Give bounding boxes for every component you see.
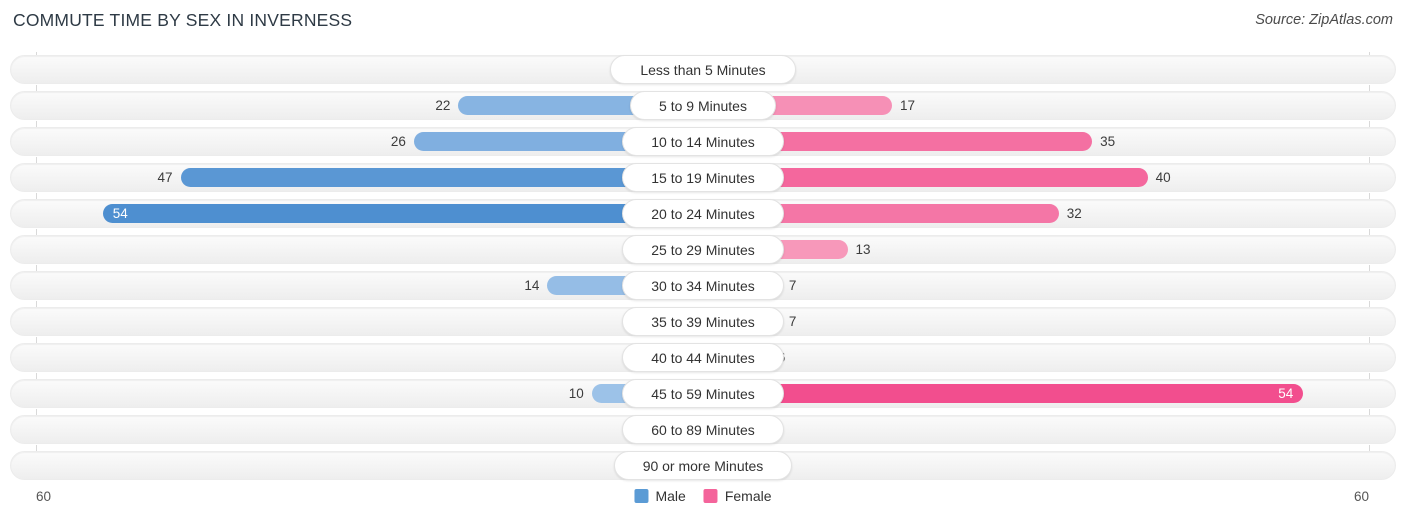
chart-container: COMMUTE TIME BY SEX IN INVERNESS Source:… (0, 0, 1406, 523)
category-label: 60 to 89 Minutes (622, 415, 784, 444)
legend-label: Male (655, 488, 686, 504)
chart-legend: Male Female (634, 488, 772, 504)
chart-row: 14 7 30 to 34 Minutes (0, 268, 1406, 304)
category-label: 20 to 24 Minutes (622, 199, 784, 228)
plot-area: 30Less than 5 Minutes22175 to 9 Minutes2… (0, 52, 1406, 484)
legend-item-male[interactable]: Male (634, 488, 686, 504)
bar-value-female: 7 (788, 314, 797, 329)
bar-value-male: 14 (524, 278, 540, 293)
category-label: 90 or more Minutes (614, 451, 792, 480)
legend-swatch-icon (634, 489, 649, 503)
chart-row: 0060 to 89 Minutes (0, 412, 1406, 448)
bar-male (102, 204, 703, 223)
chart-row: 30Less than 5 Minutes (0, 52, 1406, 88)
bar-value-female: 35 (1100, 134, 1116, 149)
bar-value-male: 22 (435, 98, 451, 113)
category-label: 35 to 39 Minutes (622, 307, 784, 336)
chart-row: 47 40 15 to 19 Minutes (0, 160, 1406, 196)
legend-label: Female (724, 488, 772, 504)
category-label: 30 to 34 Minutes (622, 271, 784, 300)
legend-swatch-icon (703, 489, 718, 503)
bar-value-female: 40 (1155, 170, 1171, 185)
bar-value-male: 26 (390, 134, 406, 149)
bar-value-male: 54 (112, 206, 128, 221)
page-title: COMMUTE TIME BY SEX IN INVERNESS (13, 10, 353, 30)
category-label: 45 to 59 Minutes (622, 379, 784, 408)
chart-row: 4290 or more Minutes (0, 448, 1406, 484)
bar-value-male: 47 (157, 170, 173, 185)
category-label: 40 to 44 Minutes (622, 343, 784, 372)
axis-label-left: 60 (36, 489, 52, 504)
bar-female (703, 384, 1304, 403)
bar-value-female: 17 (899, 98, 915, 113)
bar-value-female: 7 (788, 278, 797, 293)
chart-row: 26 35 10 to 14 Minutes (0, 124, 1406, 160)
chart-row: 01325 to 29 Minutes (0, 232, 1406, 268)
axis-label-right: 60 (1353, 489, 1369, 504)
legend-item-female[interactable]: Female (703, 488, 772, 504)
chart-row: 54 32 20 to 24 Minutes (0, 196, 1406, 232)
bar-value-female: 54 (1278, 386, 1294, 401)
bar-value-female: 13 (855, 242, 871, 257)
category-label: Less than 5 Minutes (610, 55, 796, 84)
category-label: 5 to 9 Minutes (630, 91, 776, 120)
bar-value-male: 10 (568, 386, 584, 401)
chart-row: 0640 to 44 Minutes (0, 340, 1406, 376)
category-label: 15 to 19 Minutes (622, 163, 784, 192)
bar-value-female: 32 (1066, 206, 1082, 221)
chart-row: 22 17 5 to 9 Minutes (0, 88, 1406, 124)
category-label: 25 to 29 Minutes (622, 235, 784, 264)
bar-value-female: 6 (778, 348, 836, 367)
source-attribution: Source: ZipAtlas.com (1255, 12, 1393, 28)
chart-row: 10 54 45 to 59 Minutes (0, 376, 1406, 412)
chart-row: 0735 to 39 Minutes (0, 304, 1406, 340)
category-label: 10 to 14 Minutes (622, 127, 784, 156)
